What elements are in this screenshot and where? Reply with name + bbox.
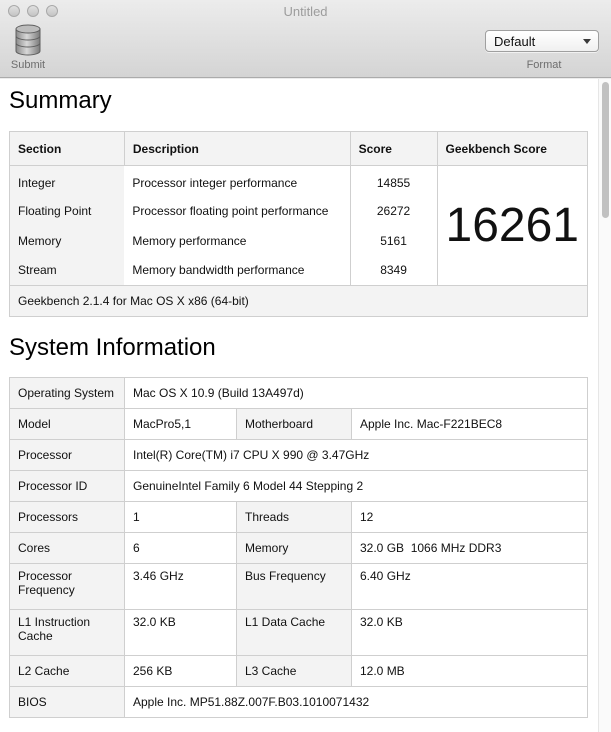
- table-row: Processor Frequency 3.46 GHz Bus Frequen…: [9, 563, 588, 610]
- section-name: Stream: [9, 255, 125, 286]
- info-label: Processor ID: [9, 470, 125, 502]
- section-name: Memory: [9, 225, 125, 256]
- info-value: 12.0 MB: [351, 655, 588, 687]
- info-label: Memory: [236, 532, 352, 564]
- section-score: 26272: [349, 195, 438, 226]
- scrollbar-thumb[interactable]: [602, 82, 609, 218]
- database-icon: [15, 24, 41, 56]
- info-label: Threads: [236, 501, 352, 533]
- section-description: Processor integer performance: [124, 165, 351, 196]
- column-header-section: Section: [9, 131, 125, 166]
- section-name: Floating Point: [9, 195, 125, 226]
- info-label: Operating System: [9, 377, 125, 409]
- table-row: Processor Intel(R) Core(TM) i7 CPU X 990…: [9, 439, 588, 471]
- info-label: Processor: [9, 439, 125, 471]
- info-label: Cores: [9, 532, 125, 564]
- info-label: BIOS: [9, 686, 125, 718]
- info-value: 256 KB: [124, 655, 237, 687]
- info-label: Processor Frequency: [9, 563, 125, 610]
- info-value: Mac OS X 10.9 (Build 13A497d): [124, 377, 588, 409]
- section-description: Memory performance: [124, 225, 351, 256]
- table-row: Geekbench 2.1.4 for Mac OS X x86 (64-bit…: [9, 285, 588, 317]
- info-value: 1: [124, 501, 237, 533]
- system-info-table: Operating System Mac OS X 10.9 (Build 13…: [9, 377, 588, 718]
- info-value: 6: [124, 532, 237, 564]
- info-label: Motherboard: [236, 408, 352, 440]
- table-row: Integer Processor integer performance 14…: [9, 165, 589, 286]
- table-row: L2 Cache 256 KB L3 Cache 12.0 MB: [9, 655, 588, 687]
- table-row: Model MacPro5,1 Motherboard Apple Inc. M…: [9, 408, 588, 440]
- section-name: Integer: [9, 165, 125, 196]
- info-value: 6.40 GHz: [351, 563, 588, 610]
- section-description: Memory bandwidth performance: [124, 255, 351, 286]
- table-row: L1 Instruction Cache 32.0 KB L1 Data Cac…: [9, 609, 588, 656]
- vertical-scrollbar[interactable]: [598, 79, 611, 732]
- submit-label: Submit: [10, 59, 46, 71]
- summary-table: Section Description Score Geekbench Scor…: [9, 131, 589, 317]
- info-value: 12: [351, 501, 588, 533]
- table-row: Processor ID GenuineIntel Family 6 Model…: [9, 470, 588, 502]
- section-score: 14855: [349, 165, 438, 196]
- submit-button[interactable]: Submit: [6, 24, 50, 74]
- info-label: L2 Cache: [9, 655, 125, 687]
- table-row: Processors 1 Threads 12: [9, 501, 588, 533]
- info-value: 32.0 KB: [351, 609, 588, 656]
- info-label: Processors: [9, 501, 125, 533]
- info-label: L3 Cache: [236, 655, 352, 687]
- section-score: 8349: [349, 255, 438, 286]
- info-value: GenuineIntel Family 6 Model 44 Stepping …: [124, 470, 588, 502]
- summary-title: Summary: [9, 87, 112, 114]
- column-header-description: Description: [123, 131, 351, 166]
- info-value: Intel(R) Core(TM) i7 CPU X 990 @ 3.47GHz: [124, 439, 588, 471]
- window-title: Untitled: [283, 4, 328, 19]
- geekbench-score: 16261: [436, 165, 589, 286]
- table-row: Cores 6 Memory 32.0 GB 1066 MHz DDR3: [9, 532, 588, 564]
- system-info-title: System Information: [9, 334, 216, 361]
- section-score: 5161: [349, 225, 438, 256]
- section-description: Processor floating point performance: [124, 195, 351, 226]
- format-selected-value: Default: [494, 34, 536, 49]
- column-header-score: Score: [349, 131, 438, 166]
- info-value: Apple Inc. Mac-F221BEC8: [351, 408, 588, 440]
- report-content[interactable]: Summary Section Description Score Geekbe…: [0, 79, 598, 732]
- format-label: Format: [526, 59, 562, 71]
- column-header-geekbench-score: Geekbench Score: [436, 131, 589, 166]
- version-footer: Geekbench 2.1.4 for Mac OS X x86 (64-bit…: [9, 285, 588, 317]
- info-label: Bus Frequency: [236, 563, 352, 610]
- chevron-down-icon: [583, 39, 591, 44]
- window-titlebar: Untitled Submit Default Format: [0, 0, 611, 78]
- info-value: MacPro5,1: [124, 408, 237, 440]
- table-row: BIOS Apple Inc. MP51.88Z.007F.B03.101007…: [9, 686, 588, 718]
- table-row: Operating System Mac OS X 10.9 (Build 13…: [9, 377, 588, 409]
- info-value: Apple Inc. MP51.88Z.007F.B03.1010071432: [124, 686, 588, 718]
- info-value: 3.46 GHz: [124, 563, 237, 610]
- info-value: 32.0 GB 1066 MHz DDR3: [351, 532, 588, 564]
- info-label: L1 Instruction Cache: [9, 609, 125, 656]
- info-value: 32.0 KB: [124, 609, 237, 656]
- info-label: L1 Data Cache: [236, 609, 352, 656]
- format-select[interactable]: Default: [485, 30, 599, 52]
- info-label: Model: [9, 408, 125, 440]
